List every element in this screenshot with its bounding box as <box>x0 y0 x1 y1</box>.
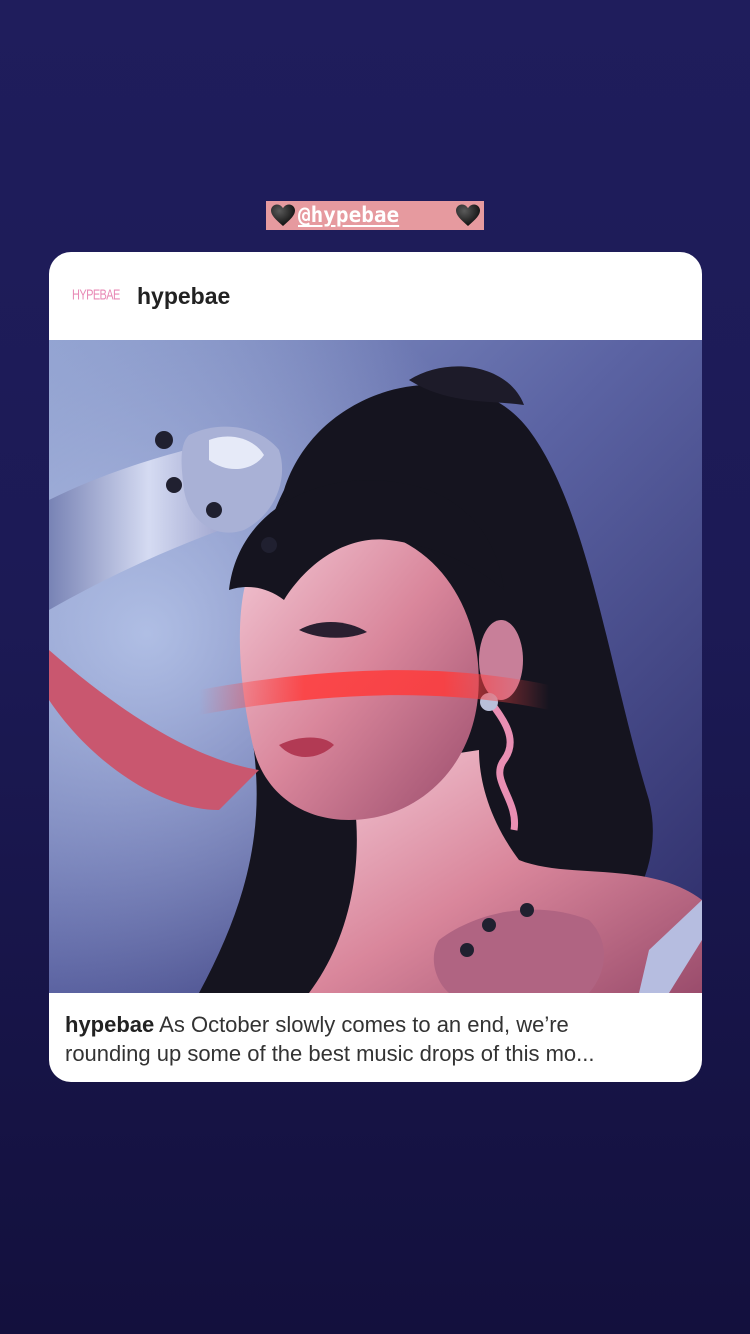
brand-logo: HYPEBAE <box>72 288 120 304</box>
mention-label[interactable]: @hypebae <box>296 201 455 230</box>
post-caption[interactable]: hypebae As October slowly comes to an en… <box>65 1010 690 1068</box>
post-photo[interactable] <box>49 340 702 993</box>
black-heart-icon <box>456 204 480 226</box>
caption-text-line1: As October slowly comes to an end, we’re <box>154 1012 569 1037</box>
mention-sticker[interactable]: @hypebae <box>266 201 484 230</box>
black-heart-icon <box>271 204 295 226</box>
post-username[interactable]: hypebae <box>137 283 230 310</box>
caption-text-line2: rounding up some of the best music drops… <box>65 1041 595 1066</box>
post-header: HYPEBAE hypebae <box>49 252 702 340</box>
caption-username[interactable]: hypebae <box>65 1012 154 1037</box>
shared-post-card[interactable]: HYPEBAE hypebae hypebae As October slowl… <box>49 252 702 1082</box>
portrait-photo <box>49 340 702 993</box>
